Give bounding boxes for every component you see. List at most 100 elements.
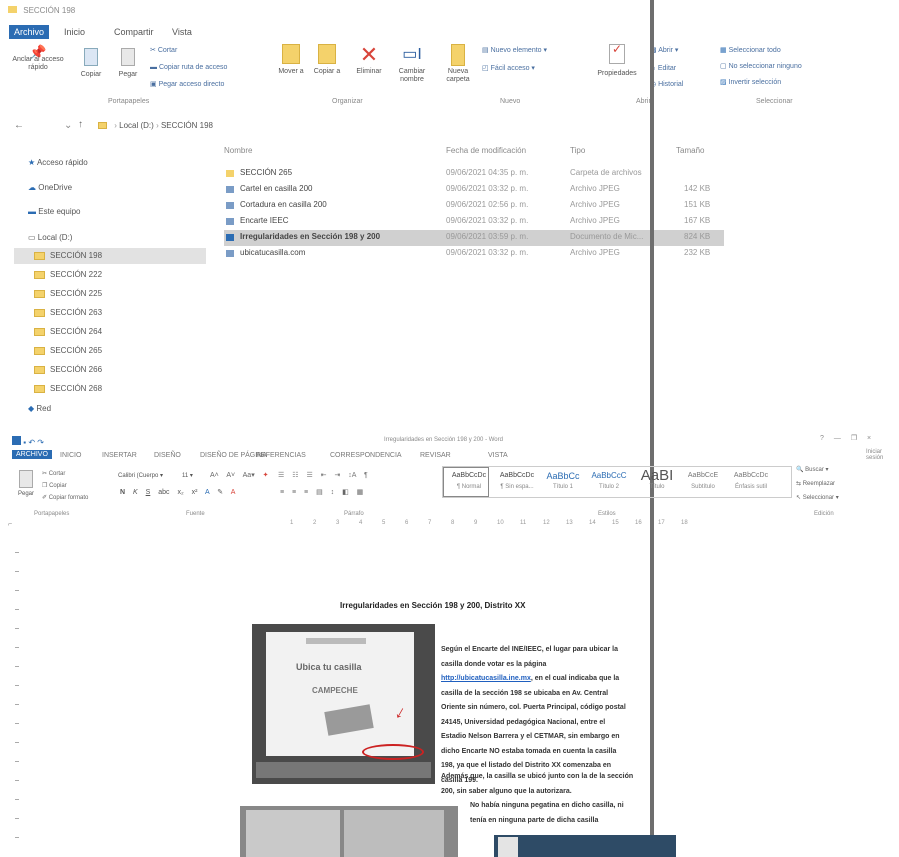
word-tab[interactable]: CORRESPONDENCIA	[330, 452, 402, 459]
tab-file[interactable]: Archivo	[9, 25, 50, 39]
pin-quick-access-button[interactable]: 📌 Anclar al acceso rápido	[12, 45, 64, 72]
align-buttons[interactable]: ≡ ≡ ≡ ▤ ↕ ◧ ▦	[280, 488, 363, 496]
open-button[interactable]: ▩ Abrir ▾	[650, 46, 678, 54]
word-copy-button[interactable]: ❐ Copiar	[42, 482, 67, 489]
word-tab[interactable]: DISEÑO	[154, 452, 181, 459]
recent-locations-button[interactable]: ⌄	[64, 120, 72, 131]
select-button[interactable]: ↖ Seleccionar ▾	[796, 494, 839, 501]
nav-folder-item[interactable]: SECCIÓN 222	[34, 270, 102, 279]
up-button[interactable]: ↑	[78, 119, 83, 130]
tab-view[interactable]: Vista	[172, 27, 192, 37]
undo-icon[interactable]: ↶	[28, 438, 35, 447]
properties-button[interactable]: ✓ Propiedades	[590, 43, 644, 78]
paste-shortcut-button[interactable]: ▣ Pegar acceso directo	[150, 80, 224, 88]
paste-button[interactable]: Pegar	[112, 48, 144, 79]
tab-share[interactable]: Compartir	[114, 27, 154, 37]
column-header-name[interactable]: Nombre	[224, 146, 252, 155]
file-row[interactable]: Cartel en casilla 200 09/06/2021 03:32 p.…	[224, 182, 724, 198]
font-size-select[interactable]: 11 ▾	[182, 472, 193, 479]
font-color-icon[interactable]: A	[231, 489, 236, 496]
copy-path-button[interactable]: ▬ Copiar ruta de acceso	[150, 64, 227, 71]
word-tab[interactable]: INICIO	[60, 452, 81, 459]
word-tab[interactable]: INSERTAR	[102, 452, 137, 459]
nav-folder-item[interactable]: SECCIÓN 265	[34, 346, 102, 355]
breadcrumb-current[interactable]: SECCIÓN 198	[161, 121, 213, 130]
shading-icon[interactable]: ◧	[342, 489, 349, 496]
text-effects-icon[interactable]: A	[205, 489, 209, 496]
word-tab-file[interactable]: ARCHIVO	[12, 450, 52, 459]
back-button[interactable]: ←	[14, 120, 24, 131]
tab-home[interactable]: Inicio	[64, 27, 85, 37]
nav-this-pc[interactable]: ▬ Este equipo	[28, 207, 81, 216]
photo-dark[interactable]	[494, 835, 676, 857]
nav-folder-item[interactable]: SECCIÓN 225	[34, 289, 102, 298]
style-item[interactable]: AaBI Título	[634, 468, 680, 491]
column-header-date[interactable]: Fecha de modificación	[446, 146, 526, 155]
restore-button[interactable]: ❐	[851, 435, 857, 442]
select-none-button[interactable]: ▢ No seleccionar ninguno	[720, 62, 802, 70]
help-button[interactable]: ?	[820, 435, 824, 442]
nav-network[interactable]: ◆ Red	[28, 404, 51, 413]
photo-document[interactable]	[240, 806, 458, 857]
column-header-size[interactable]: Tamaño	[676, 146, 704, 155]
doc-link[interactable]: http://ubicatucasilla.ine.mx	[441, 675, 531, 682]
clear-format-icon[interactable]: ✦	[263, 472, 269, 479]
new-item-button[interactable]: ▤ Nuevo elemento ▾	[482, 46, 547, 54]
photo-flyer[interactable]: Ubica tu casilla CAMPECHE ↓	[252, 624, 435, 784]
word-cut-button[interactable]: ✂ Cortar	[42, 470, 65, 477]
replace-button[interactable]: ⇆ Reemplazar	[796, 480, 835, 487]
select-all-button[interactable]: ▦ Seleccionar todo	[720, 46, 781, 54]
history-button[interactable]: ◷ Historial	[650, 80, 683, 88]
nav-folder-item[interactable]: SECCIÓN 264	[34, 327, 102, 336]
format-painter-button[interactable]: ✐ Copiar formato	[42, 494, 88, 501]
file-row[interactable]: ubicatucasilla.com 09/06/2021 03:32 p. m.…	[224, 246, 724, 262]
file-row[interactable]: SECCIÓN 265 09/06/2021 04:35 p. m. Carpeta…	[224, 166, 724, 182]
style-item[interactable]: AaBbCc Título 1	[540, 468, 586, 490]
sign-in-link[interactable]: Iniciar sesión	[866, 449, 899, 461]
word-tab[interactable]: REVISAR	[420, 452, 451, 459]
file-row[interactable]: Irregularidades en Sección 198 y 200 09/0…	[224, 230, 724, 246]
word-tab[interactable]: VISTA	[488, 452, 508, 459]
copy-to-button[interactable]: Copiar a	[312, 44, 342, 76]
file-row[interactable]: Cortadura en casilla 200 09/06/2021 02:56…	[224, 198, 724, 214]
save-icon[interactable]: ▪	[23, 438, 26, 447]
nav-folder-item[interactable]: SECCIÓN 198	[34, 251, 102, 260]
new-folder-button[interactable]: Nueva carpeta	[440, 44, 476, 84]
nav-quick-access[interactable]: ★ Acceso rápido	[28, 158, 88, 167]
ruler-tab-selector[interactable]: ⌐	[8, 521, 12, 528]
close-button[interactable]: ×	[867, 435, 871, 442]
word-paste-button[interactable]: Pegar	[14, 470, 38, 498]
style-item[interactable]: AaBbCcC Título 2	[586, 468, 632, 490]
find-button[interactable]: 🔍 Buscar ▾	[796, 466, 829, 473]
nav-onedrive[interactable]: ☁ OneDrive	[28, 183, 72, 192]
nav-folder-item[interactable]: SECCIÓN 268	[34, 384, 102, 393]
rename-button[interactable]: ▭I Cambiar nombre	[392, 44, 432, 84]
style-item[interactable]: AaBbCcDc ¶ Normal	[446, 468, 492, 490]
breadcrumb-drive[interactable]: Local (D:)	[119, 121, 154, 130]
word-window-controls[interactable]: ? — ❐ ×	[820, 434, 871, 442]
style-item[interactable]: AaBbCcE Subtítulo	[680, 468, 726, 490]
group-label-open: Abrir	[636, 98, 651, 105]
move-to-button[interactable]: Mover a	[276, 44, 306, 76]
highlight-icon[interactable]: ✎	[217, 489, 223, 496]
word-tab[interactable]: REFERENCIAS	[256, 452, 306, 459]
style-item[interactable]: AaBbCcDc ¶ Sin espa...	[494, 468, 540, 490]
copy-button[interactable]: Copiar	[74, 48, 108, 79]
cut-button[interactable]: ✂ Cortar	[150, 46, 177, 54]
file-row[interactable]: Encarte IEEC 09/06/2021 03:32 p. m. Archiv…	[224, 214, 724, 230]
nav-local-drive[interactable]: ▭ Local (D:)	[28, 233, 72, 242]
nav-folder-item[interactable]: SECCIÓN 263	[34, 308, 102, 317]
font-style-buttons[interactable]: N K S abc x₂ x² A ✎ A	[120, 488, 235, 496]
redo-icon[interactable]: ↷	[37, 438, 44, 447]
minimize-button[interactable]: —	[834, 435, 841, 442]
invert-selection-button[interactable]: ▨ Invertir selección	[720, 78, 781, 86]
style-preview: AaBbCcC	[591, 471, 627, 480]
delete-button[interactable]: ✕ Eliminar	[350, 44, 388, 76]
easy-access-button[interactable]: ◰ Fácil acceso ▾	[482, 64, 535, 72]
style-item[interactable]: AaBbCcDc Énfasis sutil	[728, 468, 774, 490]
font-name-select[interactable]: Calibri (Cuerpo ▾	[118, 472, 163, 479]
list-buttons[interactable]: ☰ ☷ ☰ ⇤ ⇥ ↕A ¶	[278, 471, 368, 479]
nav-folder-item[interactable]: SECCIÓN 266	[34, 365, 102, 374]
column-header-type[interactable]: Tipo	[570, 146, 585, 155]
font-size-controls[interactable]: A˄ A˅ Aa▾ ✦	[210, 471, 269, 479]
